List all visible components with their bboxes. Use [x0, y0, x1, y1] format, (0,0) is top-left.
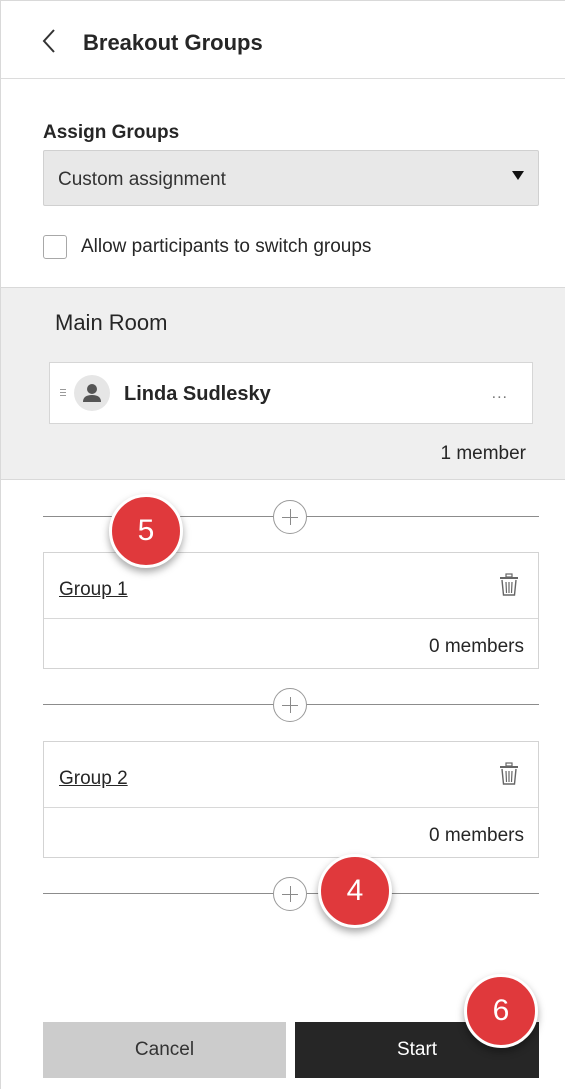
- person-icon: [83, 384, 101, 402]
- main-room-member-count: 1 member: [440, 443, 526, 464]
- trash-icon[interactable]: [498, 762, 520, 786]
- page-title: Breakout Groups: [83, 30, 263, 55]
- main-room-title: Main Room: [55, 310, 168, 335]
- back-button[interactable]: [35, 23, 63, 59]
- group-name-link[interactable]: Group 2: [59, 768, 128, 790]
- assign-groups-label: Assign Groups: [43, 122, 180, 143]
- add-group-button[interactable]: [273, 688, 307, 722]
- group-header: Group 2: [44, 742, 538, 808]
- chevron-left-icon: [42, 29, 55, 53]
- step-callout-4: 4: [318, 854, 392, 928]
- allow-switch-label: Allow participants to switch groups: [81, 236, 372, 257]
- trash-icon[interactable]: [498, 573, 520, 597]
- add-group-button[interactable]: [273, 500, 307, 534]
- assign-groups-value: Custom assignment: [58, 169, 226, 190]
- step-callout-6: 6: [464, 974, 538, 1048]
- group-member-count: 0 members: [428, 825, 524, 846]
- group-card: Group 1 0 members: [43, 552, 539, 669]
- add-group-divider: [43, 688, 539, 722]
- step-callout-5: 5: [109, 494, 183, 568]
- add-group-button[interactable]: [273, 877, 307, 911]
- add-group-divider: [43, 877, 539, 911]
- main-room-section: Main Room Linda Sudlesky ... 1 member: [1, 287, 565, 480]
- group-header: Group 1: [44, 553, 538, 619]
- member-name: Linda Sudlesky: [124, 383, 271, 405]
- assign-groups-select[interactable]: Custom assignment: [43, 150, 539, 206]
- cancel-button[interactable]: Cancel: [43, 1022, 286, 1078]
- drag-handle-icon[interactable]: [60, 389, 66, 397]
- allow-switch-option[interactable]: Allow participants to switch groups: [43, 234, 371, 260]
- group-name-link[interactable]: Group 1: [59, 579, 128, 601]
- allow-switch-checkbox[interactable]: [43, 235, 67, 259]
- avatar: [74, 375, 110, 411]
- breakout-groups-panel: Breakout Groups Assign Groups Custom ass…: [0, 0, 565, 1089]
- group-member-count: 0 members: [428, 636, 524, 657]
- member-row[interactable]: Linda Sudlesky ...: [49, 362, 533, 424]
- panel-header: Breakout Groups: [1, 1, 565, 79]
- more-options-icon[interactable]: ...: [492, 385, 508, 403]
- group-card: Group 2 0 members: [43, 741, 539, 858]
- dropdown-arrow-icon: [512, 171, 524, 180]
